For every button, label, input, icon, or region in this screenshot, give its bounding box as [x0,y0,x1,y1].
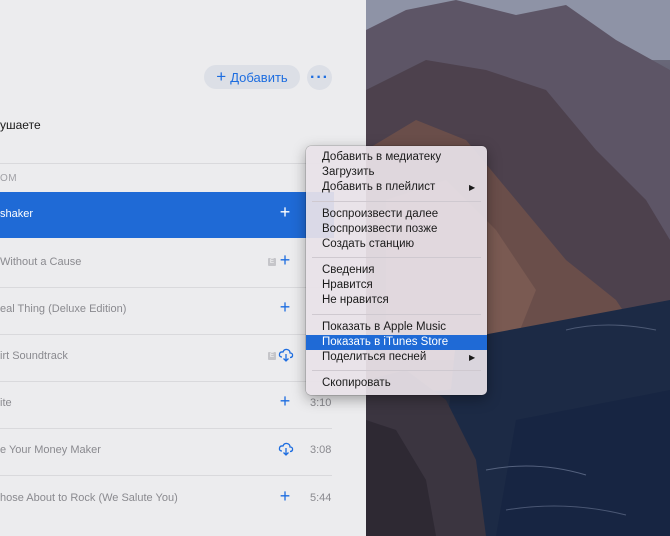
menu-item-love[interactable]: Нравится [306,278,487,293]
menu-item-play-next[interactable]: Воспроизвести далее [306,207,487,222]
listening-text: ушаете [0,118,41,132]
section-label: ОМ [0,173,18,184]
track-row[interactable]: e Your Money Maker 3:08 [0,428,332,474]
menu-item-play-later[interactable]: Воспроизвести позже [306,222,487,237]
context-menu: Добавить в медиатеку Загрузить Добавить в … [306,146,487,395]
track-title: eal Thing (Deluxe Edition) [0,303,127,315]
track-row[interactable]: eal Thing (Deluxe Edition) + [0,287,332,333]
menu-item-share-song[interactable]: Поделиться песней ▶ [306,350,487,365]
menu-item-label: Показать в Apple Music [322,321,447,333]
menu-item-dislike[interactable]: Не нравится [306,293,487,308]
track-duration: 5:44 [310,492,332,504]
menu-item-info[interactable]: Сведения [306,263,487,278]
menu-item-add-to-library[interactable]: Добавить в медиатеку [306,150,487,165]
menu-item-label: Скопировать [322,377,391,389]
track-duration: 3:08 [310,444,332,456]
track-title: e Your Money Maker [0,444,101,456]
add-button-label: Добавить [230,69,288,85]
divider [0,163,332,164]
menu-item-copy[interactable]: Скопировать [306,376,487,391]
track-title: shaker [0,208,34,220]
track-title: ite [0,397,12,409]
cloud-download-icon[interactable] [278,442,294,456]
menu-item-label: Сведения [322,264,375,276]
menu-item-show-in-apple-music[interactable]: Показать в Apple Music [306,320,487,335]
add-track-plus-icon[interactable]: + [277,392,293,410]
menu-separator [312,201,481,202]
track-row[interactable]: ite +3:10 [0,381,332,427]
ellipsis-icon: ··· [310,68,329,86]
explicit-badge-icon: E [268,352,276,360]
add-track-plus-icon[interactable]: + [277,203,293,221]
more-options-button[interactable]: ··· [307,65,332,90]
menu-item-label: Добавить в медиатеку [322,151,442,163]
cloud-download-icon[interactable] [278,348,294,362]
menu-item-label: Загрузить [322,166,375,178]
menu-item-download[interactable]: Загрузить [306,165,487,180]
submenu-arrow-icon: ▶ [469,183,476,192]
menu-item-create-station[interactable]: Создать станцию [306,237,487,252]
track-row[interactable]: hose About to Rock (We Salute You) +5:44 [0,476,332,522]
add-track-plus-icon[interactable]: + [277,298,293,316]
submenu-arrow-icon: ▶ [469,353,476,362]
menu-item-label: Нравится [322,279,373,291]
menu-item-label: Воспроизвести позже [322,223,438,235]
menu-item-label: Воспроизвести далее [322,208,439,220]
track-row[interactable]: shaker + [0,192,334,238]
menu-separator [312,314,481,315]
add-track-plus-icon[interactable]: + [277,251,293,269]
menu-item-label: Поделиться песней [322,351,427,363]
menu-separator [312,257,481,258]
menu-item-add-to-playlist[interactable]: Добавить в плейлист ▶ [306,180,487,195]
menu-item-show-in-itunes-store[interactable]: Показать в iTunes Store [306,335,487,350]
add-track-plus-icon[interactable]: + [277,487,293,505]
explicit-badge-icon: E [268,258,276,266]
track-row[interactable]: Without a Cause E + [0,240,332,286]
track-title: hose About to Rock (We Salute You) [0,492,178,504]
menu-item-label: Не нравится [322,294,389,306]
plus-icon: + [216,67,227,86]
add-to-library-button[interactable]: + Добавить [204,65,300,89]
track-title: Without a Cause [0,256,82,268]
track-duration: 3:10 [310,397,332,409]
menu-item-label: Создать станцию [322,238,415,250]
menu-separator [312,370,481,371]
menu-item-label: Добавить в плейлист [322,181,436,193]
menu-item-label: Показать в iTunes Store [322,336,449,348]
track-title: irt Soundtrack [0,350,68,362]
track-row[interactable]: irt Soundtrack E [0,334,332,380]
